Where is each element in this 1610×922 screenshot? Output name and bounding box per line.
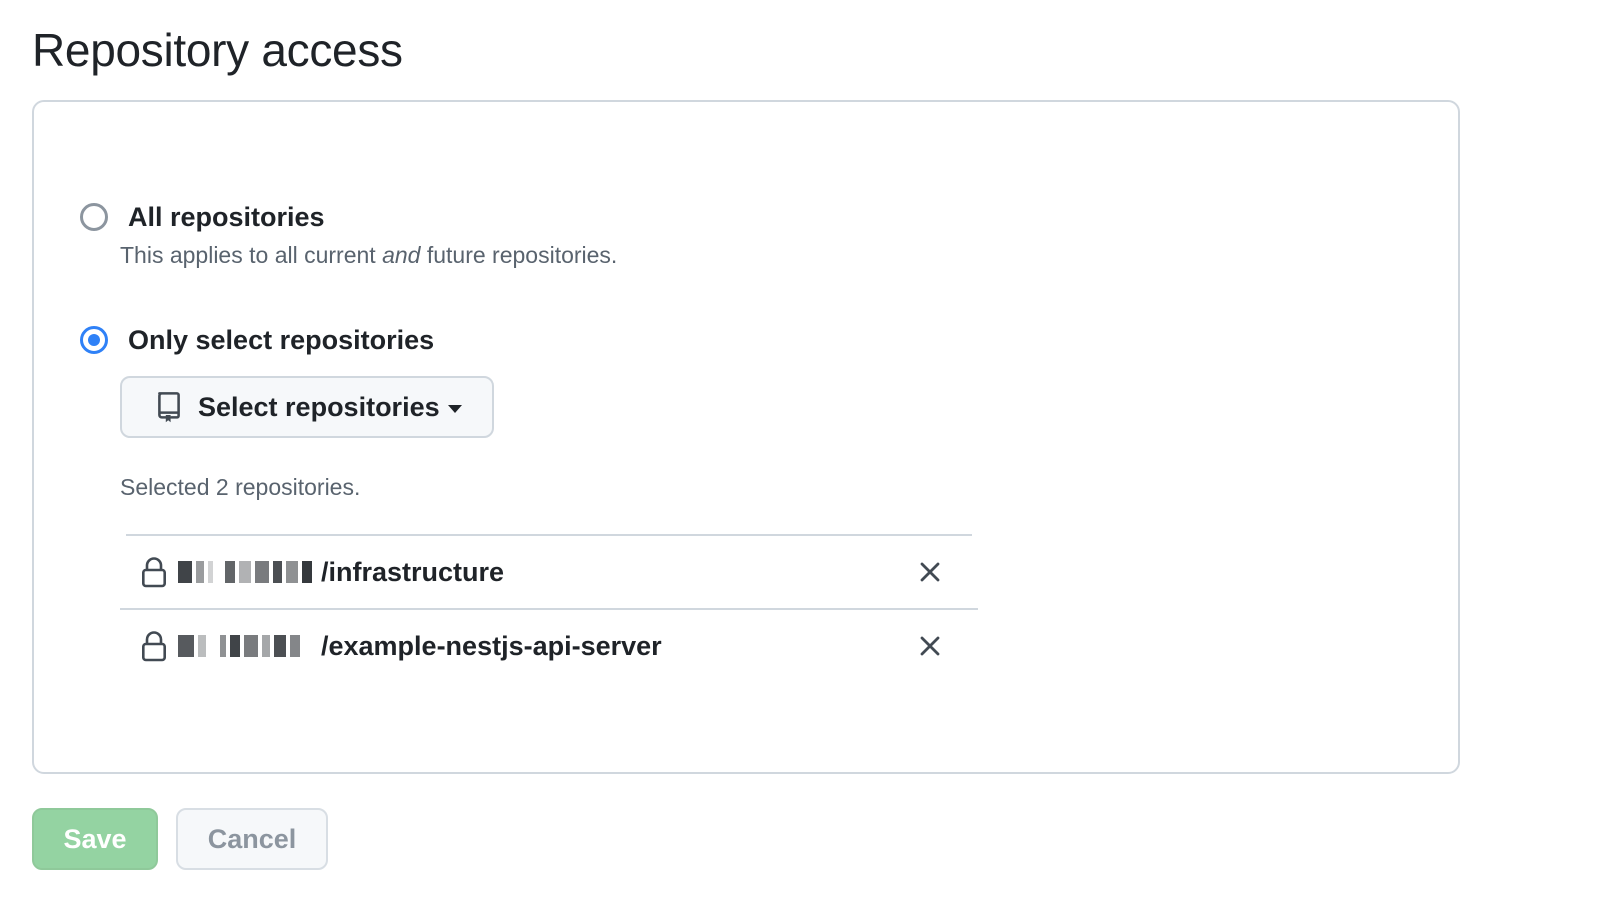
select-repositories-label: Select repositories — [198, 391, 440, 422]
radio-button-checked[interactable] — [80, 326, 108, 354]
repo-name: /example-nestjs-api-server — [321, 630, 662, 661]
save-button[interactable]: Save — [32, 808, 158, 870]
radio-only-select-label[interactable]: Only select repositories — [128, 323, 434, 357]
page-title: Repository access — [32, 24, 403, 76]
repo-name: /infrastructure — [321, 556, 505, 587]
redacted-owner-name — [178, 632, 316, 660]
close-icon[interactable] — [916, 632, 944, 660]
select-repositories-button[interactable]: Select repositories — [120, 376, 494, 438]
radio-only-select-repositories[interactable]: Only select repositories — [80, 323, 434, 357]
close-icon[interactable] — [916, 558, 944, 586]
radio-button-unchecked[interactable] — [80, 203, 108, 231]
selected-count-text: Selected 2 repositories. — [120, 474, 361, 500]
redacted-owner-name — [178, 558, 316, 586]
list-item: /example-nestjs-api-server — [120, 610, 978, 682]
caret-down-icon — [447, 405, 462, 413]
cancel-button[interactable]: Cancel — [176, 808, 328, 870]
all-repositories-description: This applies to all current and future r… — [120, 242, 618, 268]
lock-icon — [141, 557, 166, 588]
repository-access-panel: All repositories This applies to all cur… — [32, 100, 1460, 774]
lock-icon — [141, 631, 166, 662]
radio-all-repositories-label[interactable]: All repositories — [128, 200, 325, 234]
list-item: /infrastructure — [120, 536, 978, 608]
repo-icon — [158, 392, 180, 423]
radio-all-repositories[interactable]: All repositories — [80, 200, 325, 234]
